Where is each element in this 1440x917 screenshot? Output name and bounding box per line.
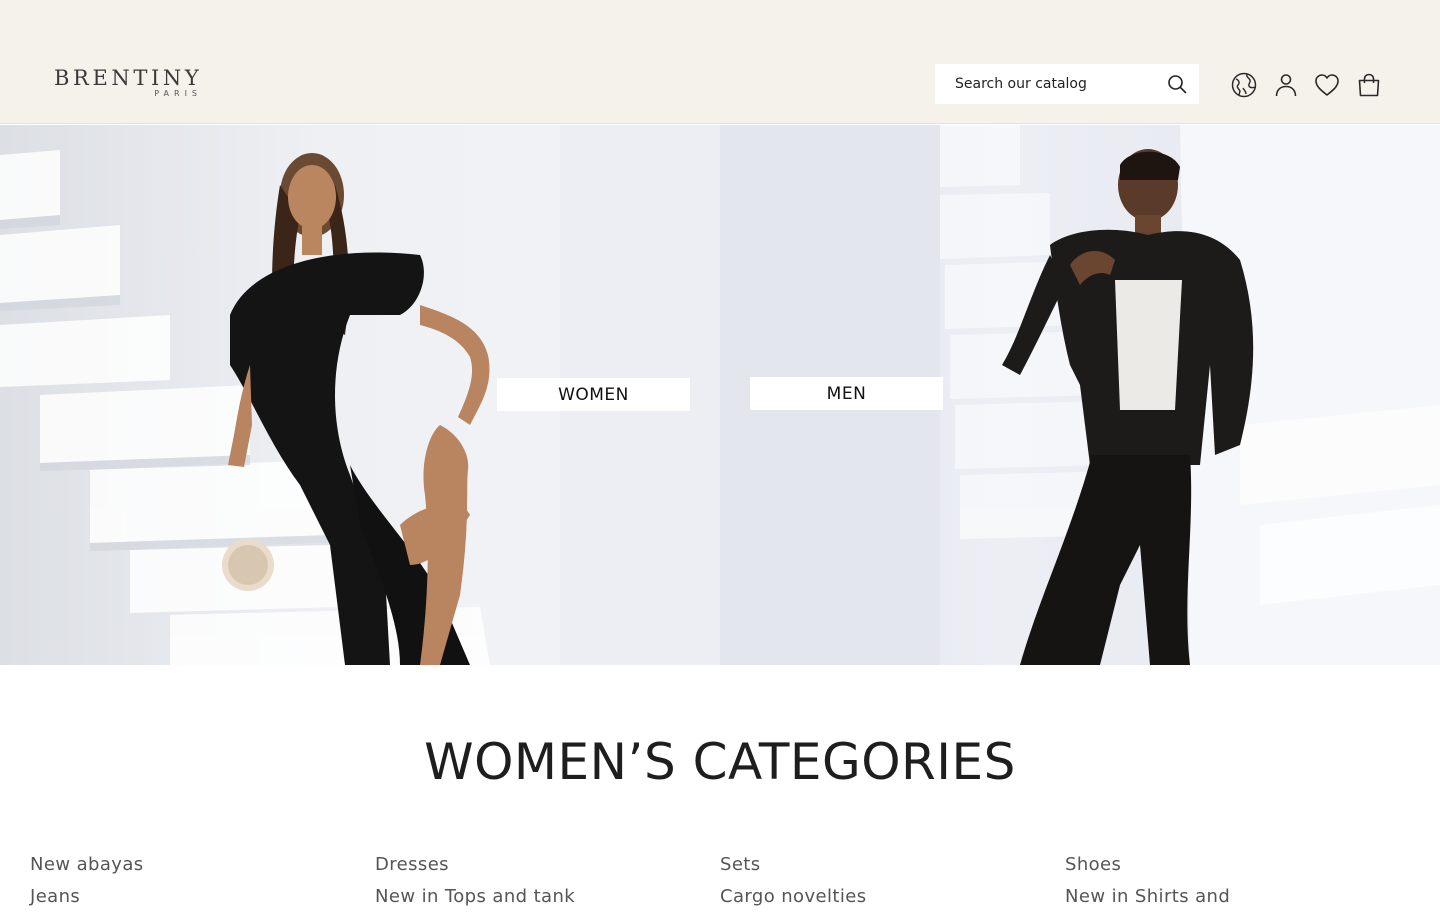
category-link-shirts[interactable]: New in Shirts and <box>1065 885 1405 909</box>
category-column-2: Dresses New in Tops and tank <box>375 853 715 917</box>
logo-subtitle: PARIS <box>154 89 202 98</box>
hero-banner: WOMEN MEN <box>0 125 1440 665</box>
user-icon[interactable] <box>1273 72 1299 98</box>
search-bar <box>935 64 1199 104</box>
category-column-3: Sets Cargo novelties <box>720 853 1060 917</box>
brand-logo[interactable]: BRENTINY PARIS <box>54 66 206 98</box>
category-column-1: New abayas Jeans <box>30 853 370 917</box>
category-column-4: Shoes New in Shirts and <box>1065 853 1405 917</box>
women-button[interactable]: WOMEN <box>497 378 690 411</box>
site-header: BRENTINY PARIS <box>0 0 1440 124</box>
heart-icon[interactable] <box>1314 72 1340 98</box>
globe-icon[interactable] <box>1231 72 1257 98</box>
logo-wordmark: BRENTINY <box>54 66 203 90</box>
search-icon[interactable] <box>1167 74 1187 94</box>
category-link-tops[interactable]: New in Tops and tank <box>375 885 715 909</box>
men-button[interactable]: MEN <box>750 377 943 410</box>
category-link-sets[interactable]: Sets <box>720 853 1060 877</box>
search-input[interactable] <box>935 64 1155 104</box>
category-link-shoes[interactable]: Shoes <box>1065 853 1405 877</box>
category-link-dresses[interactable]: Dresses <box>375 853 715 877</box>
categories-title: WOMEN’S CATEGORIES <box>424 733 1016 791</box>
category-link-jeans[interactable]: Jeans <box>30 885 370 909</box>
category-link-new-abayas[interactable]: New abayas <box>30 853 370 877</box>
category-link-cargo[interactable]: Cargo novelties <box>720 885 1060 909</box>
women-hero-image[interactable]: WOMEN <box>0 125 720 665</box>
men-hero-image[interactable]: MEN <box>720 125 1440 665</box>
bag-icon[interactable] <box>1356 72 1382 98</box>
